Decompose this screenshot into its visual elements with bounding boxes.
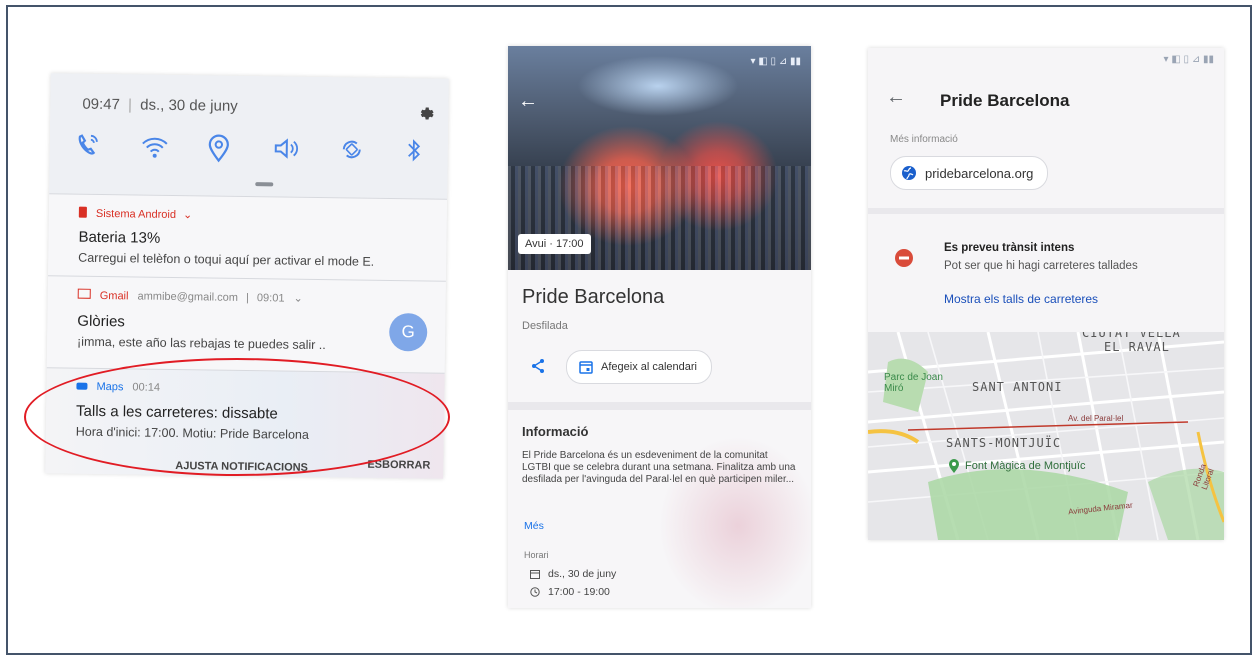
status-bar: ▾ ◧ ▯ ⊿ ▮▮ bbox=[750, 56, 801, 67]
quick-settings: 09:47 | ds., 30 de juny bbox=[49, 73, 449, 199]
notification-body: Carregui el telèfon o toqui aquí per act… bbox=[78, 250, 375, 269]
account: ammibe@gmail.com bbox=[137, 290, 239, 304]
website-chip[interactable]: pridebarcelona.org bbox=[890, 156, 1049, 190]
more-link[interactable]: Més bbox=[524, 520, 544, 532]
share-icon[interactable] bbox=[530, 358, 546, 379]
map-road-label: Av. del Paral·lel bbox=[1068, 414, 1124, 423]
notification-time: 09:01 bbox=[256, 292, 285, 305]
add-to-calendar-label: Afegeix al calendari bbox=[601, 361, 698, 373]
app-name: Sistema Android bbox=[95, 207, 177, 222]
chevron-down-icon[interactable]: ⌄ bbox=[293, 293, 302, 305]
traffic-heading: Es preveu trànsit intens bbox=[944, 242, 1075, 254]
map-label-el-raval: EL RAVAL bbox=[1104, 340, 1170, 354]
map-view[interactable]: CIUTAT VELLA EL RAVAL SANT ANTONI SANTS-… bbox=[868, 332, 1224, 540]
schedule-label: Horari bbox=[524, 550, 549, 560]
notification-title: Bateria 13% bbox=[78, 228, 161, 247]
event-type: Desfilada bbox=[522, 320, 568, 332]
map-label-sant-antoni: SANT ANTONI bbox=[972, 380, 1063, 394]
android-icon bbox=[78, 206, 87, 218]
event-date-row: ds., 30 de juny bbox=[530, 568, 616, 580]
clock-icon bbox=[530, 587, 540, 597]
phone-wifi-icon[interactable] bbox=[74, 132, 104, 162]
notification-title: Glòries bbox=[77, 312, 125, 331]
chevron-down-icon[interactable]: ⌄ bbox=[183, 209, 192, 221]
show-road-closures-link[interactable]: Mostra els talls de carreteres bbox=[944, 292, 1098, 306]
globe-icon bbox=[902, 166, 916, 180]
gmail-icon bbox=[77, 288, 91, 299]
calendar-icon bbox=[530, 570, 540, 579]
event-photo-crowd bbox=[508, 166, 811, 270]
add-to-calendar-button[interactable]: Afegeix al calendari bbox=[566, 350, 713, 384]
clock: 09:47 bbox=[82, 95, 121, 114]
gear-icon[interactable] bbox=[416, 104, 434, 127]
notification-battery[interactable]: Sistema Android ⌄ Bateria 13% Carregui e… bbox=[47, 193, 448, 282]
traffic-body: Pot ser que hi hagi carreteres tallades bbox=[944, 260, 1138, 272]
quick-settings-row bbox=[74, 132, 434, 167]
location-icon[interactable] bbox=[206, 133, 236, 163]
map-poi-label: Font Màgica de Montjuïc bbox=[965, 460, 1086, 472]
section-divider bbox=[868, 208, 1224, 214]
wifi-icon[interactable] bbox=[140, 132, 170, 162]
info-heading: Informació bbox=[522, 424, 589, 439]
bluetooth-icon[interactable] bbox=[404, 136, 434, 166]
event-time-row: 17:00 - 19:00 bbox=[530, 586, 610, 598]
drag-handle[interactable] bbox=[255, 182, 274, 187]
status-bar: ▾ ◧ ▯ ⊿ ▮▮ bbox=[1163, 54, 1214, 65]
map-pin-icon bbox=[949, 459, 959, 473]
event-description: El Pride Barcelona és un esdeveniment de… bbox=[522, 450, 796, 485]
place-title: Pride Barcelona bbox=[940, 91, 1070, 110]
map-label-park: Parc de Joan Miró bbox=[884, 372, 943, 394]
notification-header: Sistema Android ⌄ bbox=[78, 206, 193, 222]
map-label-ciutat-vella: CIUTAT VELLA bbox=[1082, 332, 1181, 340]
back-arrow-icon[interactable]: ← bbox=[518, 90, 538, 113]
app-name: Gmail bbox=[99, 289, 129, 303]
map-details-screenshot: ▾ ◧ ▯ ⊿ ▮▮ ← Pride Barcelona Més informa… bbox=[868, 48, 1224, 540]
no-entry-icon bbox=[894, 248, 914, 273]
date-chip: Avui · 17:00 bbox=[518, 234, 591, 254]
notification-header: Gmail ammibe@gmail.com | 09:01 ⌄ bbox=[77, 288, 303, 305]
map-label-sants-montjuic: SANTS-MONTJUÏC bbox=[946, 436, 1062, 450]
map-poi[interactable]: Font Màgica de Montjuïc bbox=[948, 458, 1085, 474]
volume-icon[interactable] bbox=[272, 134, 302, 164]
event-date: ds., 30 de juny bbox=[548, 568, 617, 580]
avatar: G bbox=[388, 312, 428, 352]
section-divider bbox=[508, 402, 811, 410]
event-title: Pride Barcelona bbox=[522, 286, 665, 308]
status-time-date: 09:47 | ds., 30 de juny bbox=[82, 95, 238, 115]
back-arrow-icon[interactable]: ← bbox=[886, 86, 906, 109]
event-time: 17:00 - 19:00 bbox=[548, 586, 610, 598]
event-details-screenshot: ▾ ◧ ▯ ⊿ ▮▮ ← Avui · 17:00 Pride Barcelon… bbox=[508, 46, 811, 608]
notification-body: ¡imma, este año las rebajas te puedes sa… bbox=[76, 334, 326, 353]
website-link: pridebarcelona.org bbox=[925, 165, 1034, 181]
highlight-ellipse bbox=[24, 358, 450, 476]
calendar-icon bbox=[579, 361, 593, 374]
more-info-label: Més informació bbox=[890, 134, 958, 145]
date: ds., 30 de juny bbox=[140, 96, 238, 115]
autorotate-icon[interactable] bbox=[338, 135, 368, 165]
